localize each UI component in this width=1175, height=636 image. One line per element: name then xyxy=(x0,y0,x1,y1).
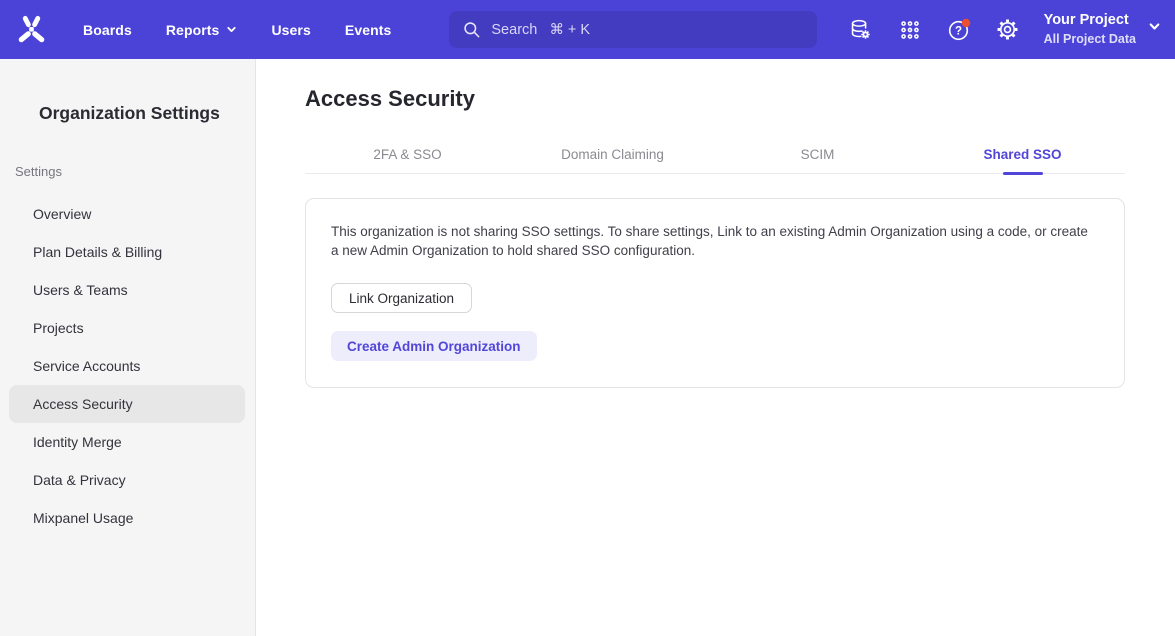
sidebar-item-identity-merge[interactable]: Identity Merge xyxy=(9,423,245,461)
sidebar-title: Organization Settings xyxy=(39,103,255,124)
nav-users-link[interactable]: Users xyxy=(271,22,310,38)
tab-scim[interactable]: SCIM xyxy=(715,136,920,173)
help-icon[interactable]: ? xyxy=(947,18,971,42)
sidebar-item-label: Projects xyxy=(33,320,84,336)
sidebar-item-overview[interactable]: Overview xyxy=(9,195,245,233)
access-security-tabs: 2FA & SSO Domain Claiming SCIM Shared SS… xyxy=(305,136,1125,174)
sidebar-item-access-security[interactable]: Access Security xyxy=(9,385,245,423)
chevron-down-icon xyxy=(226,22,237,38)
main-content: Access Security 2FA & SSO Domain Claimin… xyxy=(256,59,1175,636)
org-settings-sidebar: Organization Settings Settings Overview … xyxy=(0,59,256,636)
tab-domain-claiming[interactable]: Domain Claiming xyxy=(510,136,715,173)
project-switcher-text: Your Project All Project Data xyxy=(1044,12,1136,46)
sidebar-item-service-accounts[interactable]: Service Accounts xyxy=(9,347,245,385)
svg-text:?: ? xyxy=(955,25,962,37)
mixpanel-logo-icon[interactable] xyxy=(16,14,47,45)
sidebar-item-mixpanel-usage[interactable]: Mixpanel Usage xyxy=(9,499,245,537)
sidebar-nav: Overview Plan Details & Billing Users & … xyxy=(0,195,255,537)
page-title: Access Security xyxy=(305,86,1125,112)
nav-reports-label: Reports xyxy=(166,22,220,38)
sidebar-item-users-teams[interactable]: Users & Teams xyxy=(9,271,245,309)
shared-sso-card: This organization is not sharing SSO set… xyxy=(305,198,1125,388)
sidebar-item-label: Overview xyxy=(33,206,91,222)
sidebar-item-label: Access Security xyxy=(33,396,133,412)
top-navigation-bar: Boards Reports Users Events Search ⌘ + K xyxy=(0,0,1175,59)
sidebar-item-label: Identity Merge xyxy=(33,434,122,450)
project-switcher[interactable]: Your Project All Project Data xyxy=(1044,12,1161,46)
sidebar-item-label: Mixpanel Usage xyxy=(33,510,133,526)
tab-label: Shared SSO xyxy=(983,147,1061,162)
sidebar-item-plan-details-billing[interactable]: Plan Details & Billing xyxy=(9,233,245,271)
shared-sso-description: This organization is not sharing SSO set… xyxy=(331,222,1096,260)
nav-users-label: Users xyxy=(271,22,310,38)
sidebar-item-label: Plan Details & Billing xyxy=(33,244,162,260)
top-nav-links: Boards Reports Users Events xyxy=(83,22,391,38)
sidebar-item-label: Users & Teams xyxy=(33,282,128,298)
search-placeholder: Search xyxy=(491,22,537,38)
tab-label: Domain Claiming xyxy=(561,147,664,162)
project-data-scope: All Project Data xyxy=(1044,32,1136,47)
tab-shared-sso[interactable]: Shared SSO xyxy=(920,136,1125,173)
nav-reports-link[interactable]: Reports xyxy=(166,22,238,38)
nav-events-label: Events xyxy=(345,22,392,38)
search-icon xyxy=(462,20,481,39)
sidebar-item-data-privacy[interactable]: Data & Privacy xyxy=(9,461,245,499)
sidebar-section-label: Settings xyxy=(15,164,255,179)
settings-gear-icon[interactable] xyxy=(996,18,1020,42)
tab-label: 2FA & SSO xyxy=(373,147,441,162)
search-shortcut-hint: ⌘ + K xyxy=(549,22,590,38)
nav-boards-link[interactable]: Boards xyxy=(83,22,132,38)
project-name: Your Project xyxy=(1044,12,1136,29)
sidebar-item-label: Data & Privacy xyxy=(33,472,126,488)
nav-boards-label: Boards xyxy=(83,22,132,38)
tab-label: SCIM xyxy=(801,147,835,162)
link-organization-button[interactable]: Link Organization xyxy=(331,283,472,313)
data-management-icon[interactable] xyxy=(849,18,873,42)
chevron-down-icon xyxy=(1148,20,1161,38)
active-tab-indicator xyxy=(1003,172,1043,175)
nav-events-link[interactable]: Events xyxy=(345,22,392,38)
topbar-right-icons: ? xyxy=(849,18,1020,42)
sidebar-item-label: Service Accounts xyxy=(33,358,140,374)
tab-2fa-sso[interactable]: 2FA & SSO xyxy=(305,136,510,173)
apps-grid-icon[interactable] xyxy=(898,18,922,42)
create-admin-organization-button[interactable]: Create Admin Organization xyxy=(331,331,537,361)
sidebar-item-projects[interactable]: Projects xyxy=(9,309,245,347)
search-input[interactable]: Search ⌘ + K xyxy=(449,11,817,48)
